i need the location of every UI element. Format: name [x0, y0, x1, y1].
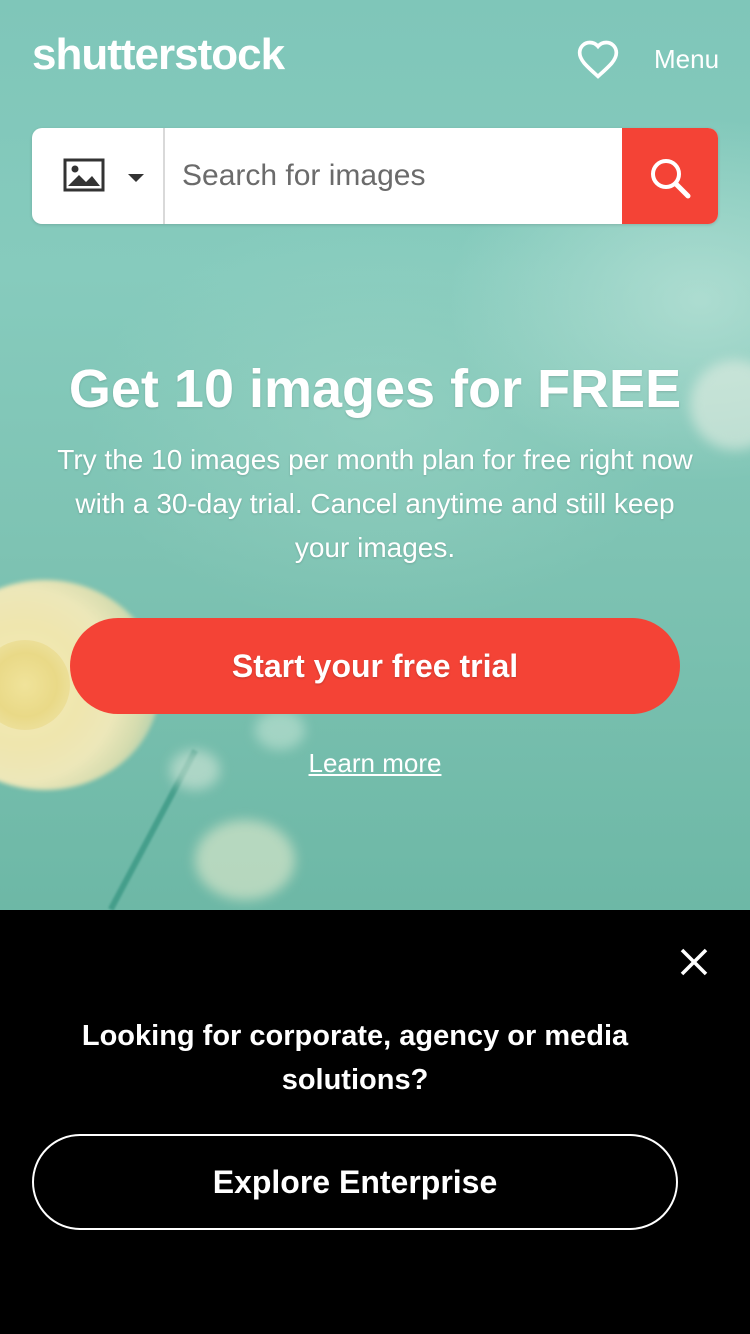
hero-section: shutterstock Menu Get 10 images for	[0, 0, 750, 910]
heart-outline-icon[interactable]	[576, 38, 620, 80]
search-input[interactable]	[182, 148, 612, 204]
enterprise-banner-text: Looking for corporate, agency or media s…	[81, 1020, 629, 1096]
search-icon	[651, 159, 691, 199]
search-button[interactable]	[622, 128, 718, 224]
search-bar	[32, 128, 718, 224]
image-icon	[63, 158, 105, 192]
learn-more-link[interactable]: Learn more	[0, 748, 750, 779]
hero-headline: Get 10 images for FREE	[68, 359, 682, 419]
hero-subtext: Try the 10 images per month plan for fre…	[57, 444, 693, 563]
search-type-dropdown[interactable]	[32, 128, 165, 224]
chevron-down-icon	[128, 174, 144, 182]
menu-button[interactable]: Menu	[654, 44, 719, 75]
close-icon[interactable]	[672, 940, 716, 984]
explore-enterprise-button[interactable]: Explore Enterprise	[32, 1134, 678, 1230]
background-bokeh	[195, 820, 295, 900]
start-free-trial-button[interactable]: Start your free trial	[70, 618, 680, 714]
enterprise-banner	[0, 910, 750, 1334]
shutterstock-logo[interactable]: shutterstock	[32, 30, 285, 80]
background-bokeh	[255, 710, 305, 750]
